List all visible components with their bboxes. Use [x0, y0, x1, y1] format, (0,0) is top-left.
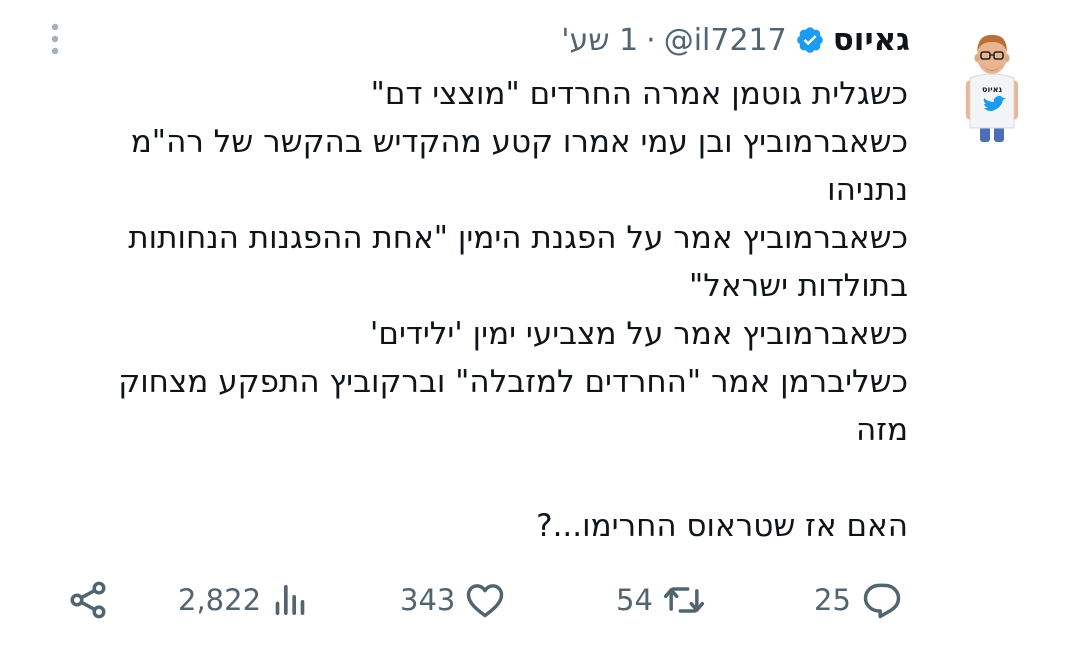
user-handle[interactable]: @il7217 — [664, 23, 787, 58]
tweet-text: כשגלית גוטמן אמרה החרדים "מוצצי דם" כשאב… — [58, 70, 908, 550]
tweet-line: מזה — [855, 412, 908, 448]
reply-icon — [863, 583, 901, 619]
retweet-icon — [663, 587, 704, 613]
views-icon — [275, 585, 305, 615]
tweet-line: בתולדות ישראל" — [689, 268, 908, 304]
retweets-count: 54 — [616, 583, 653, 617]
views-count: 2,822 — [178, 583, 262, 617]
verified-icon — [796, 27, 823, 53]
likes-count: 343 — [400, 583, 456, 617]
separator-dot: · — [646, 22, 656, 58]
tweet-line: כשאברמוביץ ובן עמי אמרו קטע מהקדיש בהקשר… — [130, 124, 908, 160]
share-icon — [70, 581, 106, 619]
retweet-button[interactable]: 54 — [616, 572, 707, 628]
tweet-line: כשליברמן אמר "החרדים למזבלה" וברקוביץ הת… — [118, 364, 908, 400]
tweet-line: כשאברמוביץ אמר על מצביעי ימין 'ילידים' — [369, 316, 908, 352]
views-button[interactable]: 2,822 — [178, 572, 309, 628]
tweet-line: נתניהו — [827, 172, 908, 208]
display-name[interactable]: גאיוס — [833, 22, 910, 58]
action-bar: 2,822 343 54 25 — [0, 572, 1080, 628]
tweet-line: כשאברמוביץ אמר על הפגנת הימין "אחת ההפגנ… — [128, 220, 908, 256]
tweet-line: כשגלית גוטמן אמרה החרדים "מוצצי דם" — [370, 76, 908, 112]
like-button[interactable]: 343 — [400, 572, 507, 628]
more-icon[interactable] — [46, 22, 64, 58]
reply-button[interactable]: 25 — [814, 572, 905, 628]
avatar[interactable]: גאיוס — [952, 18, 1032, 146]
replies-count: 25 — [814, 583, 851, 617]
tweet-header: גאיוס @il7217 · 1 שע' — [561, 22, 910, 58]
tweet[interactable]: גאיוס גאיוס @il7217 · 1 שע' כשגלית גוטמן… — [0, 0, 1080, 651]
share-button[interactable] — [66, 572, 110, 628]
like-icon — [467, 584, 504, 618]
avatar-shirt-text: גאיוס — [982, 85, 1002, 94]
timestamp[interactable]: 1 שע' — [561, 23, 638, 58]
tweet-line: האם אז שטראוס החרימו...? — [536, 508, 908, 544]
